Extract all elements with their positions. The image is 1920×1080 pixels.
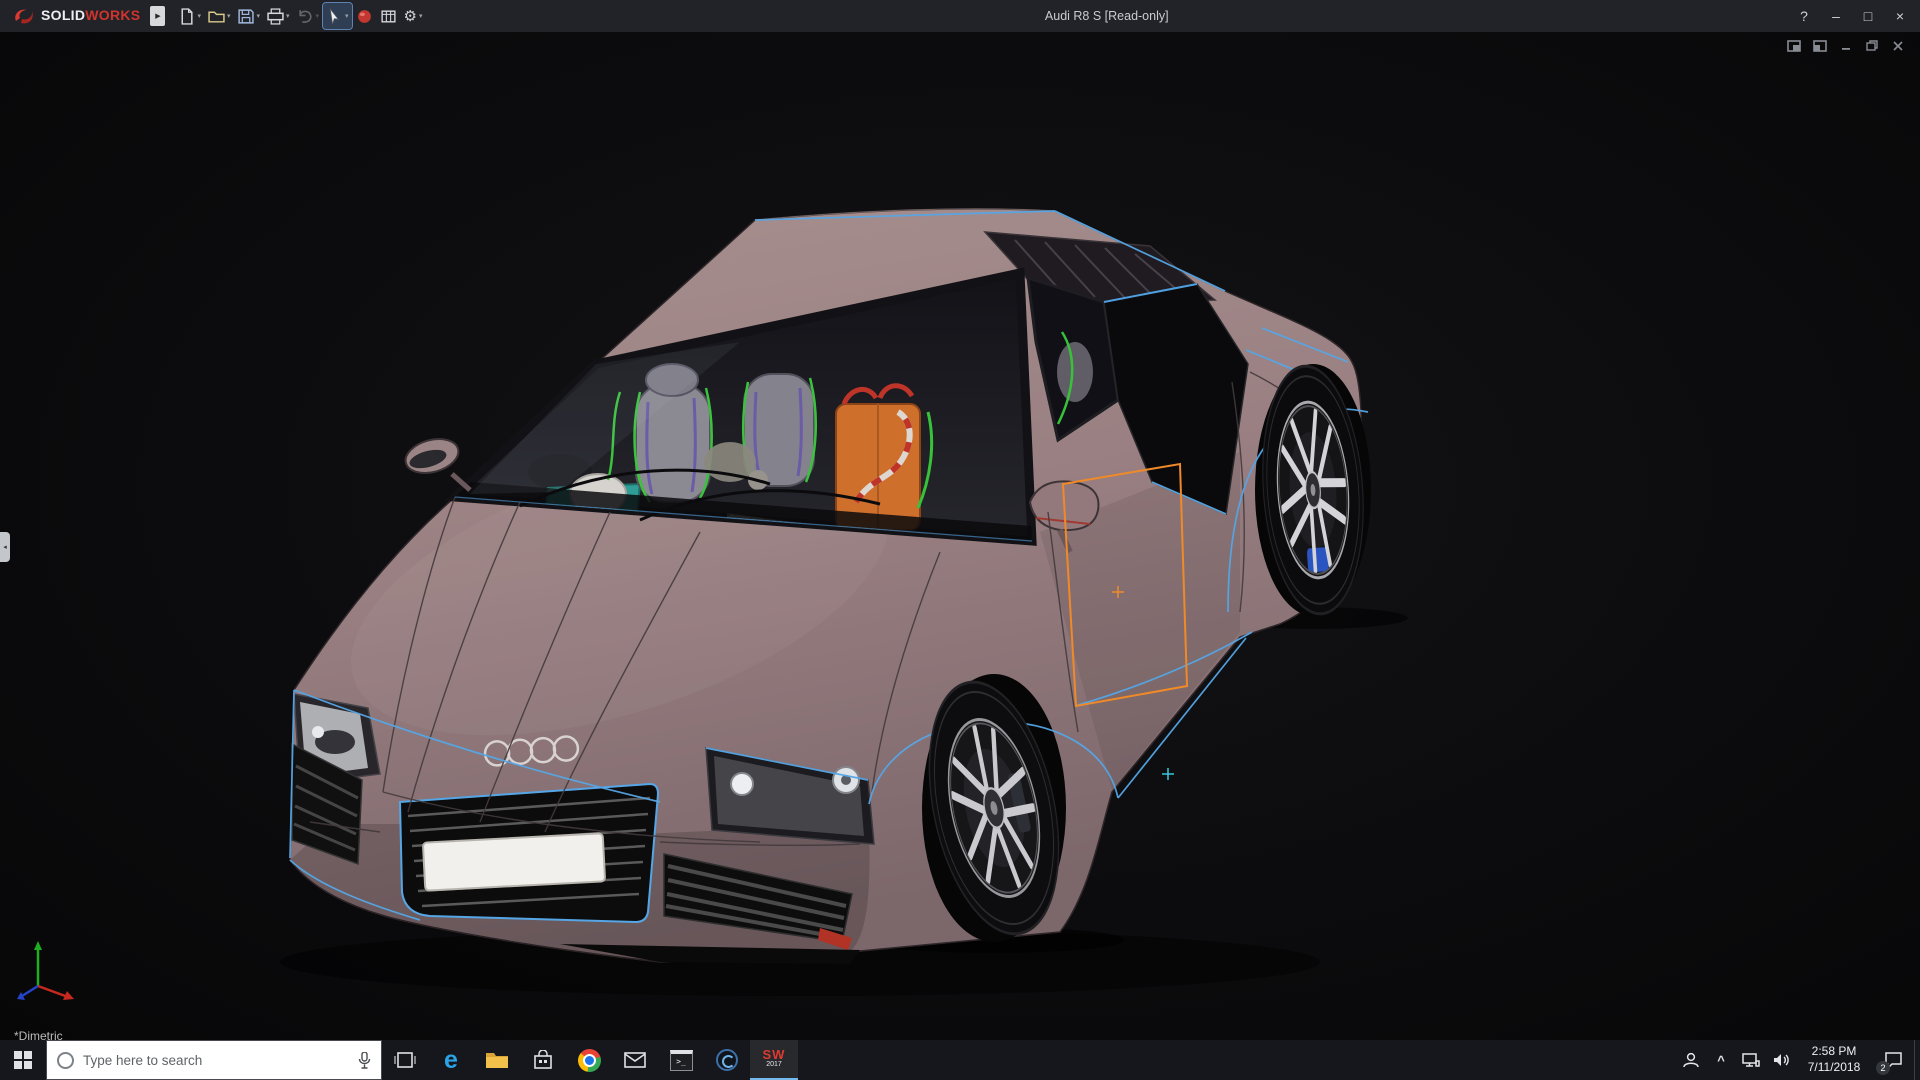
red-sphere-icon xyxy=(357,9,371,23)
dropdown-caret-icon[interactable]: ▾ xyxy=(256,12,260,20)
view-orientation-label: *Dimetric xyxy=(14,1029,63,1040)
xpress-products-button[interactable] xyxy=(353,3,376,29)
chrome-button[interactable] xyxy=(566,1040,612,1080)
minimize-button[interactable]: – xyxy=(1820,3,1852,29)
design-binder-button[interactable] xyxy=(377,3,400,29)
task-view-button[interactable] xyxy=(382,1040,428,1080)
media-app-button[interactable] xyxy=(704,1040,750,1080)
blue-brake-caliper xyxy=(1307,547,1329,573)
volume-icon xyxy=(1774,1054,1789,1066)
options-button[interactable]: ⚙ ▾ xyxy=(401,3,426,29)
solidworks-icon-year: 2017 xyxy=(766,1061,782,1068)
open-folder-icon xyxy=(208,11,225,23)
save-icon xyxy=(238,8,255,24)
solidworks-window: SOLIDWORKS ▶ ▾ ▾ ▾ ▾ ▾ ▾ ⚙ ▾ Audi R8 S [… xyxy=(0,0,1920,1080)
front-grille xyxy=(398,782,660,924)
action-center-button[interactable]: 2 xyxy=(1872,1040,1914,1080)
open-document-button[interactable]: ▾ xyxy=(205,3,234,29)
solidworks-taskbar-button[interactable]: SW 2017 xyxy=(750,1040,798,1080)
maximize-button[interactable]: □ xyxy=(1852,3,1884,29)
print-icon xyxy=(267,7,284,25)
menu-expand-button[interactable]: ▶ xyxy=(150,6,166,26)
graphics-viewport[interactable]: *Dimetric ◂ xyxy=(0,32,1920,1040)
windows-logo-icon xyxy=(14,1051,32,1069)
mail-icon xyxy=(624,1052,646,1068)
ds-logo-icon xyxy=(15,9,33,24)
new-document-icon xyxy=(181,7,194,25)
brand-text: SOLIDWORKS xyxy=(41,7,140,25)
license-plate xyxy=(422,832,606,892)
store-bag-icon xyxy=(534,1050,552,1069)
store-button[interactable] xyxy=(520,1040,566,1080)
task-pane-flyout-tab[interactable]: ◂ xyxy=(0,532,10,562)
edge-icon: e xyxy=(444,1045,458,1074)
window-controls: ? – □ × xyxy=(1788,3,1920,29)
dropdown-caret-icon[interactable]: ▾ xyxy=(345,12,349,20)
microphone-icon[interactable] xyxy=(358,1051,371,1069)
system-tray: ^ 2:58 PM 7/11/2018 2 xyxy=(1676,1040,1920,1080)
network-button[interactable] xyxy=(1736,1040,1766,1080)
mail-button[interactable] xyxy=(612,1040,658,1080)
clock-time: 2:58 PM xyxy=(1811,1044,1857,1059)
cortana-icon xyxy=(57,1051,74,1069)
start-button[interactable] xyxy=(0,1040,46,1080)
select-tool-button[interactable]: ▾ xyxy=(322,2,353,30)
dropdown-caret-icon[interactable]: ▾ xyxy=(197,12,201,20)
windows-taskbar: e >_ xyxy=(0,1040,1920,1080)
titlebar: SOLIDWORKS ▶ ▾ ▾ ▾ ▾ ▾ ▾ ⚙ ▾ Audi R8 S [… xyxy=(0,0,1920,32)
left-mirror xyxy=(404,438,472,492)
new-document-button[interactable]: ▾ xyxy=(175,3,204,29)
show-desktop-button[interactable] xyxy=(1914,1040,1920,1080)
people-button[interactable] xyxy=(1676,1040,1706,1080)
solidworks-logo: SOLIDWORKS xyxy=(0,7,148,25)
print-button[interactable]: ▾ xyxy=(264,3,293,29)
notification-badge: 2 xyxy=(1876,1061,1890,1075)
brand-works: WORKS xyxy=(85,7,141,23)
clock-date: 7/11/2018 xyxy=(1807,1060,1861,1074)
dropdown-caret-icon[interactable]: ▾ xyxy=(419,12,423,20)
undo-icon xyxy=(298,9,312,23)
taskbar-clock[interactable]: 2:58 PM 7/11/2018 xyxy=(1796,1040,1872,1080)
table-icon xyxy=(380,9,396,23)
chrome-icon xyxy=(577,1048,601,1072)
edge-button[interactable]: e xyxy=(428,1040,474,1080)
gear-icon: ⚙ xyxy=(403,7,417,25)
task-view-icon xyxy=(394,1052,416,1068)
search-input[interactable] xyxy=(83,1052,349,1068)
taskbar-search[interactable] xyxy=(46,1040,382,1080)
dropdown-caret-icon[interactable]: ▾ xyxy=(227,12,231,20)
brand-solid: SOLID xyxy=(41,7,86,23)
volume-button[interactable] xyxy=(1766,1040,1796,1080)
chevron-up-icon: ^ xyxy=(1717,1052,1725,1068)
console-button[interactable]: >_ xyxy=(658,1040,704,1080)
close-button[interactable]: × xyxy=(1884,3,1916,29)
document-title: Audi R8 S [Read-only] xyxy=(1044,9,1169,23)
file-explorer-icon xyxy=(486,1053,508,1068)
tray-expand-button[interactable]: ^ xyxy=(1706,1040,1736,1080)
console-icon: >_ xyxy=(669,1049,693,1071)
orientation-triad xyxy=(8,936,80,1008)
network-icon xyxy=(1742,1053,1760,1067)
select-cursor-icon xyxy=(329,7,340,24)
people-icon xyxy=(1683,1052,1699,1068)
dropdown-caret-icon[interactable]: ▾ xyxy=(316,12,320,20)
quick-access-toolbar: ▾ ▾ ▾ ▾ ▾ ▾ ⚙ ▾ xyxy=(175,2,426,30)
dropdown-caret-icon[interactable]: ▾ xyxy=(286,12,290,20)
help-button[interactable]: ? xyxy=(1788,3,1820,29)
solidworks-icon: SW xyxy=(762,1047,786,1062)
media-app-icon xyxy=(716,1049,738,1071)
undo-button[interactable]: ▾ xyxy=(294,3,323,29)
car-3d-model[interactable] xyxy=(0,32,1920,1040)
file-explorer-button[interactable] xyxy=(474,1040,520,1080)
vertex-marker xyxy=(1162,768,1174,780)
save-button[interactable]: ▾ xyxy=(234,3,263,29)
